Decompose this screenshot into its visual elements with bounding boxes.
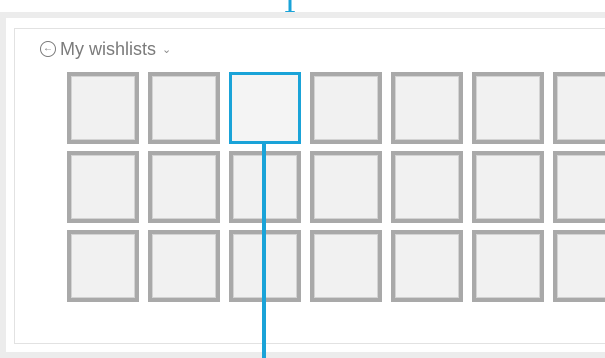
- wishlist-screen: ← My wishlists ⌄: [0, 0, 605, 358]
- wishlist-tile[interactable]: [553, 230, 605, 302]
- wishlist-tile[interactable]: [148, 230, 220, 302]
- wishlist-tile[interactable]: [310, 151, 382, 223]
- wishlist-tile[interactable]: [67, 151, 139, 223]
- wishlist-tile-selected[interactable]: [229, 72, 301, 144]
- wishlist-tile[interactable]: [472, 72, 544, 144]
- circle-arrow-left-icon[interactable]: ←: [40, 41, 56, 57]
- wishlists-dropdown[interactable]: ← My wishlists ⌄: [40, 37, 171, 61]
- chevron-down-icon[interactable]: ⌄: [162, 43, 171, 56]
- wishlist-tile[interactable]: [148, 151, 220, 223]
- wishlist-tile[interactable]: [67, 230, 139, 302]
- wishlist-tile[interactable]: [553, 72, 605, 144]
- wishlist-tile[interactable]: [148, 72, 220, 144]
- wishlists-title: My wishlists: [60, 38, 157, 59]
- wishlist-tile[interactable]: [391, 151, 463, 223]
- wishlist-tile[interactable]: [67, 72, 139, 144]
- wishlist-tile[interactable]: [391, 72, 463, 144]
- wishlist-tile[interactable]: [310, 230, 382, 302]
- wishlist-tile[interactable]: [310, 72, 382, 144]
- wishlist-grid: [67, 72, 605, 302]
- wishlist-tile[interactable]: [391, 230, 463, 302]
- callout-line: [262, 141, 266, 358]
- wishlist-tile[interactable]: [553, 151, 605, 223]
- wishlist-tile[interactable]: [472, 151, 544, 223]
- wishlist-tile[interactable]: [472, 230, 544, 302]
